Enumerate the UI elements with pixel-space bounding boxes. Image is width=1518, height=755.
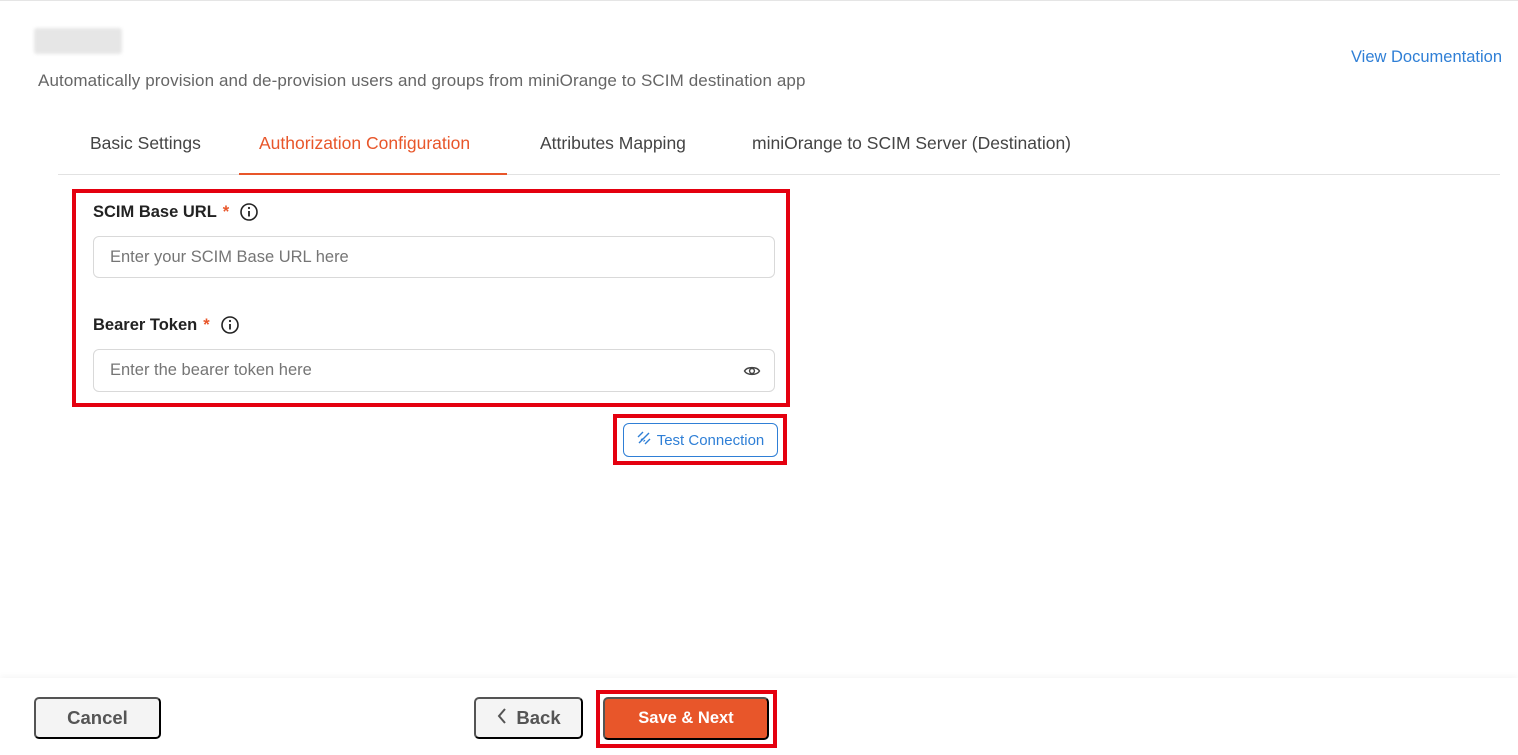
scim-base-url-label: SCIM Base URL * — [93, 202, 259, 222]
test-connection-button[interactable]: Test Connection — [623, 423, 778, 457]
bearer-token-label: Bearer Token * — [93, 315, 240, 335]
save-and-next-button[interactable]: Save & Next — [603, 697, 769, 740]
active-tab-indicator — [239, 173, 507, 175]
required-asterisk: * — [203, 315, 210, 334]
info-icon[interactable] — [220, 315, 240, 335]
scim-base-url-label-text: SCIM Base URL — [93, 202, 217, 221]
required-asterisk: * — [222, 202, 230, 221]
scim-base-url-input[interactable] — [93, 236, 775, 278]
bearer-token-field — [93, 349, 775, 392]
tab-authorization-configuration[interactable]: Authorization Configuration — [259, 124, 470, 175]
page: Automatically provision and de-provision… — [0, 0, 1518, 755]
cancel-button[interactable]: Cancel — [34, 697, 161, 739]
chevron-left-icon — [496, 707, 508, 730]
bearer-token-label-text: Bearer Token — [93, 315, 198, 334]
top-divider — [0, 0, 1518, 1]
view-documentation-link[interactable]: View Documentation — [1351, 48, 1502, 67]
tab-bar: Basic Settings Authorization Configurati… — [58, 124, 1500, 175]
connection-icon — [637, 431, 651, 449]
bearer-token-input[interactable] — [93, 349, 775, 392]
test-connection-label: Test Connection — [656, 431, 765, 449]
tab-attributes-mapping[interactable]: Attributes Mapping — [540, 124, 686, 175]
back-button[interactable]: Back — [474, 697, 583, 739]
info-icon[interactable] — [239, 202, 259, 222]
blurred-app-title — [34, 28, 122, 54]
eye-icon[interactable] — [743, 362, 761, 380]
tab-miniorange-to-scim-server[interactable]: miniOrange to SCIM Server (Destination) — [752, 124, 1071, 175]
back-label: Back — [516, 707, 561, 728]
page-subtitle: Automatically provision and de-provision… — [38, 71, 806, 90]
tab-basic-settings[interactable]: Basic Settings — [90, 124, 201, 175]
